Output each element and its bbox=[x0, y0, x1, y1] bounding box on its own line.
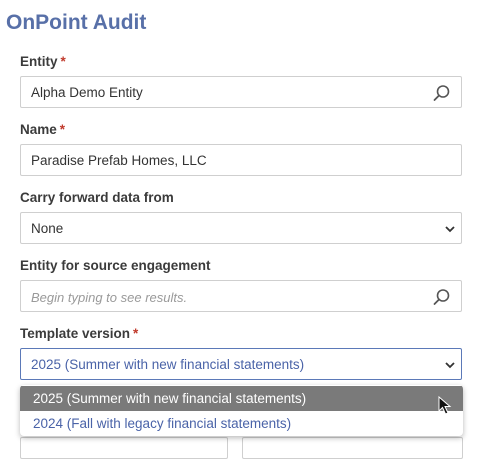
template-version-label-text: Template version bbox=[20, 326, 131, 341]
chevron-down-icon bbox=[445, 362, 455, 369]
app-title: OnPoint Audit bbox=[6, 11, 147, 34]
template-version-dropdown: 2025 (Summer with new financial statemen… bbox=[20, 385, 463, 436]
template-version-label: Template version * bbox=[20, 326, 138, 341]
name-input[interactable]: Paradise Prefab Homes, LLC bbox=[20, 144, 462, 176]
source-entity-label: Entity for source engagement bbox=[20, 258, 211, 273]
required-mark: * bbox=[133, 326, 139, 341]
end-date-input[interactable] bbox=[242, 437, 463, 459]
entity-input-value: Alpha Demo Entity bbox=[31, 85, 143, 100]
carry-forward-label: Carry forward data from bbox=[20, 190, 174, 205]
required-mark: * bbox=[59, 122, 66, 137]
start-date-input[interactable] bbox=[20, 437, 228, 459]
search-icon[interactable] bbox=[433, 288, 451, 306]
name-label-text: Name bbox=[20, 122, 57, 137]
dropdown-option[interactable]: 2025 (Summer with new financial statemen… bbox=[20, 386, 463, 411]
search-icon[interactable] bbox=[433, 84, 451, 102]
entity-input[interactable]: Alpha Demo Entity bbox=[20, 76, 462, 108]
source-entity-placeholder: Begin typing to see results. bbox=[31, 290, 188, 305]
entity-label: Entity * bbox=[20, 54, 66, 69]
template-version-select[interactable]: 2025 (Summer with new financial statemen… bbox=[20, 348, 462, 380]
dropdown-option[interactable]: 2024 (Fall with legacy financial stateme… bbox=[20, 411, 463, 436]
name-label: Name * bbox=[20, 122, 65, 137]
name-input-value: Paradise Prefab Homes, LLC bbox=[31, 153, 207, 168]
mouse-cursor-icon bbox=[438, 396, 452, 415]
required-mark: * bbox=[60, 54, 66, 69]
source-entity-input[interactable]: Begin typing to see results. bbox=[20, 280, 462, 312]
entity-label-text: Entity bbox=[20, 54, 58, 69]
chevron-down-icon bbox=[445, 226, 455, 233]
carry-forward-select[interactable]: None bbox=[20, 212, 462, 244]
template-version-value: 2025 (Summer with new financial statemen… bbox=[31, 357, 305, 372]
carry-forward-value: None bbox=[31, 221, 64, 236]
